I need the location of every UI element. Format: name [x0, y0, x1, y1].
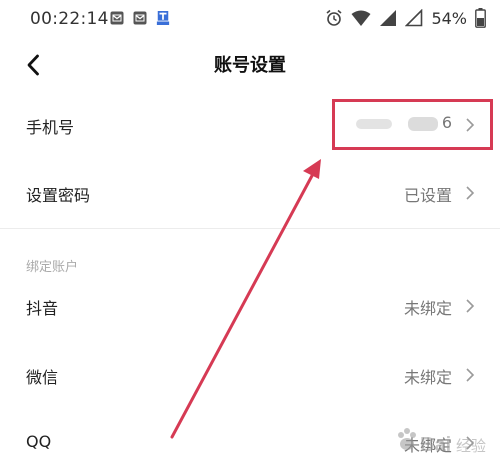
- row-label-qq: QQ: [26, 432, 52, 451]
- settings-row-douyin[interactable]: 抖音 未绑定: [0, 273, 500, 341]
- mail-icon: [133, 11, 147, 25]
- notification-icons: [110, 11, 170, 25]
- row-value-password: 已设置: [403, 186, 452, 205]
- app-notification-icon: [156, 11, 170, 25]
- svg-text:经验: 经验: [456, 437, 486, 455]
- chevron-right-icon: [466, 299, 475, 313]
- chevron-right-icon: [466, 186, 475, 200]
- settings-row-wechat[interactable]: 微信 未绑定: [0, 342, 500, 410]
- battery-icon: [475, 8, 486, 28]
- page-title: 账号设置: [214, 55, 286, 76]
- row-label-phone: 手机号: [26, 118, 75, 137]
- wifi-icon: [351, 10, 371, 26]
- row-label-password: 设置密码: [26, 186, 91, 205]
- row-value-douyin: 未绑定: [403, 299, 452, 318]
- baidu-jingyan-watermark: Bai 经验: [392, 422, 496, 462]
- svg-text:Bai: Bai: [420, 434, 451, 456]
- chevron-right-icon: [466, 368, 475, 382]
- row-value-wechat: 未绑定: [403, 368, 452, 387]
- nav-bar: 账号设置: [0, 38, 500, 92]
- baidu-logo-icon: Bai 经验: [398, 428, 486, 456]
- signal-icon: [380, 10, 397, 26]
- annotation-highlight-box: [332, 99, 493, 150]
- signal-icon: [405, 9, 423, 27]
- mail-icon: [110, 11, 124, 25]
- row-label-wechat: 微信: [26, 368, 59, 387]
- settings-row-password[interactable]: 设置密码 已设置: [0, 160, 500, 228]
- battery-level: 54%: [431, 8, 467, 28]
- alarm-icon: [326, 9, 342, 26]
- system-status-icons: 54%: [325, 8, 486, 28]
- status-bar: 00:22:14 54%: [0, 0, 500, 38]
- status-time: 00:22:14: [30, 9, 109, 29]
- row-label-douyin: 抖音: [26, 299, 59, 318]
- section-divider: [0, 228, 500, 229]
